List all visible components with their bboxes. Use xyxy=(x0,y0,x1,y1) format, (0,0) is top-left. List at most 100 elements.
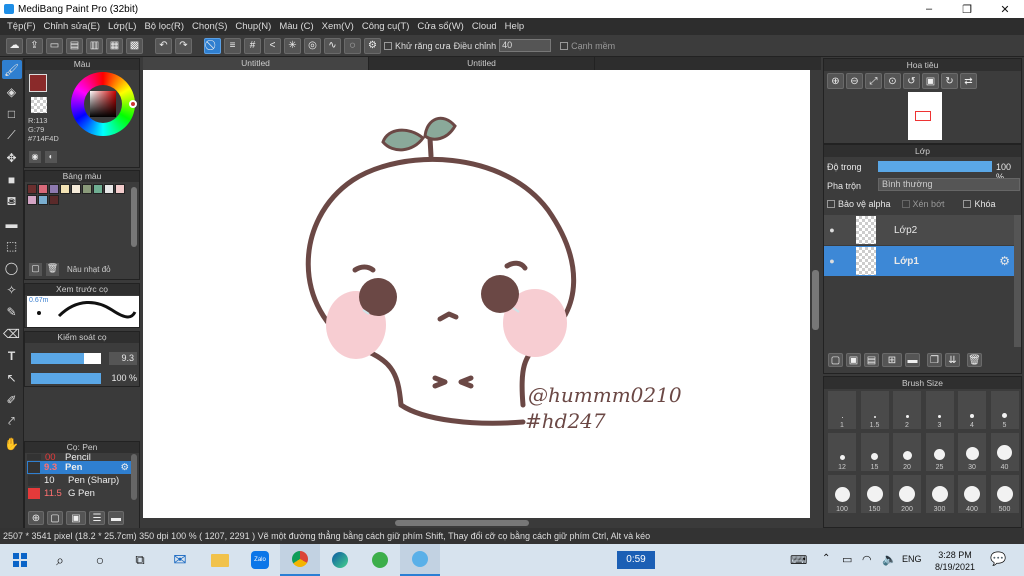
camtasia-icon[interactable] xyxy=(360,544,400,576)
palette-swatch[interactable] xyxy=(38,195,48,205)
new-brush-icon[interactable]: ▢ xyxy=(47,511,63,525)
palette-swatch[interactable] xyxy=(71,184,81,194)
layer-item-lop2[interactable]: ● Lớp2 xyxy=(824,215,1014,245)
select-pen-tool-icon[interactable]: ✎ xyxy=(2,302,22,321)
recording-timer[interactable]: 0:59 xyxy=(617,551,655,569)
zalo-icon[interactable]: Zalo xyxy=(240,544,280,576)
brush-size-option[interactable]: 25 xyxy=(925,433,954,471)
palette-swatch[interactable] xyxy=(93,184,103,194)
zoom-in-icon[interactable]: ⊕ xyxy=(827,73,844,89)
brush-size-value[interactable]: 9.3 xyxy=(109,352,137,365)
snap-circle-icon[interactable]: ◎ xyxy=(304,37,321,54)
brush-size-option[interactable]: 3 xyxy=(925,391,954,429)
message-icon[interactable]: ▤ xyxy=(66,37,83,54)
rectangle-tool-icon[interactable]: □ xyxy=(2,104,22,123)
brush-size-option[interactable]: 40 xyxy=(990,433,1019,471)
rotate-right-icon[interactable]: ↻ xyxy=(941,73,958,89)
new-layer-icon[interactable]: ▢ xyxy=(828,353,843,367)
brush-size-option[interactable]: 400 xyxy=(958,475,986,513)
brush-item-pencil[interactable]: 00 Pencil xyxy=(27,453,131,461)
volume-icon[interactable]: 🔈 xyxy=(882,552,897,566)
lasso-tool-icon[interactable]: ◯ xyxy=(2,258,22,277)
zoom-out-icon[interactable]: ⊖ xyxy=(846,73,863,89)
battery-icon[interactable]: ▭ xyxy=(842,553,852,566)
delete-swatch-icon[interactable]: 🗑 xyxy=(46,263,59,276)
layer-opacity-slider[interactable] xyxy=(878,161,992,172)
search-icon[interactable]: ⌕ xyxy=(40,544,80,576)
brush-list-scrollbar[interactable] xyxy=(131,454,137,500)
palette-swatch[interactable] xyxy=(27,195,37,205)
grid-icon[interactable]: ▩ xyxy=(126,37,143,54)
edge-icon[interactable] xyxy=(320,544,360,576)
brush-item-pen[interactable]: 9.3 Pen ⚙ xyxy=(27,461,131,474)
export-icon[interactable]: ⇪ xyxy=(26,37,43,54)
menu-view[interactable]: Xem(V) xyxy=(318,21,358,32)
layer-folder-icon[interactable]: ▬ xyxy=(905,353,920,367)
text-tool-icon[interactable]: T xyxy=(2,346,22,365)
brush-menu-icon[interactable]: ▣ xyxy=(66,511,86,525)
magic-wand-tool-icon[interactable]: ✧ xyxy=(2,280,22,299)
maximize-button[interactable]: ❐ xyxy=(948,3,986,16)
cortana-icon[interactable]: ○ xyxy=(80,544,120,576)
delete-layer-icon[interactable]: 🗑 xyxy=(967,353,982,367)
palette-swatch[interactable] xyxy=(60,184,70,194)
divide-tool-icon[interactable]: ✐ xyxy=(2,390,22,409)
palette-scrollbar[interactable] xyxy=(131,187,137,247)
color-mode-icon[interactable]: ◉ xyxy=(29,151,41,163)
color-picker-icon[interactable]: ◐ xyxy=(45,151,57,163)
snap-vanish-icon[interactable]: < xyxy=(264,37,281,54)
brush-folder-icon[interactable]: ▬ xyxy=(108,511,124,525)
menu-edit[interactable]: Chỉnh sửa(E) xyxy=(40,21,105,32)
close-button[interactable]: ✕ xyxy=(986,3,1024,16)
menu-snap[interactable]: Chụp(N) xyxy=(231,21,275,32)
mail-icon[interactable]: ✉ xyxy=(160,544,200,576)
brush-size-option[interactable]: 300 xyxy=(925,475,954,513)
clipping-checkbox[interactable] xyxy=(901,200,910,208)
select-eraser-tool-icon[interactable]: ⌫ xyxy=(2,324,22,343)
menu-cloud[interactable]: Cloud xyxy=(468,21,501,32)
brush-size-option[interactable]: 500 xyxy=(990,475,1019,513)
menu-filter[interactable]: Bộ lọc(R) xyxy=(140,21,188,32)
add-brush-icon[interactable]: ⊕ xyxy=(28,511,44,525)
layer-scrollbar[interactable] xyxy=(1014,215,1021,347)
clock[interactable]: 3:28 PM 8/19/2021 xyxy=(935,549,975,573)
brush-size-option[interactable]: 2 xyxy=(893,391,921,429)
brush-size-option[interactable]: 5 xyxy=(990,391,1019,429)
palette-swatch[interactable] xyxy=(49,184,59,194)
chrome-icon[interactable] xyxy=(280,544,320,576)
lock-checkbox[interactable] xyxy=(963,200,972,208)
palette-swatch[interactable] xyxy=(49,195,59,205)
brush-size-option[interactable]: 4 xyxy=(958,391,986,429)
brush-size-option[interactable]: 15 xyxy=(860,433,889,471)
menu-color[interactable]: Màu (C) xyxy=(275,21,317,32)
visibility-icon[interactable]: ● xyxy=(824,256,840,266)
brush-item-pen-sharp[interactable]: 10 Pen (Sharp) xyxy=(27,474,131,487)
brush-size-option[interactable]: 200 xyxy=(893,475,921,513)
primary-color-swatch[interactable] xyxy=(29,74,47,92)
eraser-tool-icon[interactable]: ◈ xyxy=(2,82,22,101)
canvas-hscrollbar[interactable] xyxy=(143,518,810,528)
navigator-thumbnail[interactable] xyxy=(908,92,942,140)
line-tool-icon[interactable]: ⟋ xyxy=(2,126,22,145)
task-view-icon[interactable]: ⧉ xyxy=(120,544,160,576)
protect-alpha-checkbox[interactable] xyxy=(827,200,835,208)
comment-icon[interactable]: ▭ xyxy=(46,37,63,54)
brush-props-icon[interactable]: ☰ xyxy=(89,511,105,525)
layer-item-lop1[interactable]: ● Lớp1 ⚙ xyxy=(824,246,1014,276)
start-icon[interactable] xyxy=(0,544,40,576)
keyboard-icon[interactable]: ⌨ xyxy=(790,553,807,567)
brush-tool-icon[interactable]: 🖌 xyxy=(1,60,22,79)
snap-ellipse-icon[interactable]: ◌ xyxy=(344,37,361,54)
edge-checkbox[interactable] xyxy=(560,41,569,50)
menu-help[interactable]: Help xyxy=(501,21,529,32)
flip-icon[interactable]: ⇄ xyxy=(960,73,977,89)
merge-layer-icon[interactable]: ⇊ xyxy=(945,353,960,367)
menu-file[interactable]: Tệp(F) xyxy=(3,21,40,32)
antialias-checkbox[interactable] xyxy=(384,41,392,50)
add-layer-menu-icon[interactable]: ⊞ xyxy=(882,353,902,367)
hand-tool-icon[interactable]: ✋ xyxy=(2,434,22,453)
layer-settings-icon[interactable]: ⚙ xyxy=(999,254,1014,268)
brush-size-option[interactable]: 1.5 xyxy=(860,391,889,429)
tab-untitled-2[interactable]: Untitled xyxy=(369,57,595,70)
eyedropper-tool-icon[interactable]: ⤤ xyxy=(2,412,22,431)
